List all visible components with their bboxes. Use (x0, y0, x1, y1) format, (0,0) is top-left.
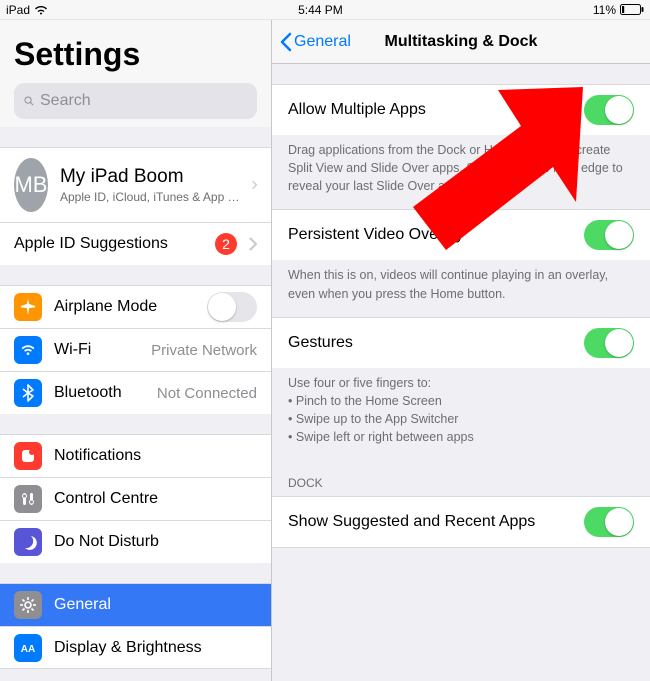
allow-multiple-apps-row[interactable]: Allow Multiple Apps (272, 84, 650, 135)
detail-navbar: General Multitasking & Dock (272, 20, 650, 64)
bluetooth-row[interactable]: Bluetooth Not Connected (0, 371, 271, 414)
persistent-video-toggle[interactable] (584, 220, 634, 250)
svg-text:AA: AA (21, 644, 35, 655)
airplane-icon (14, 293, 42, 321)
display-icon: AA (14, 634, 42, 662)
gear-icon (14, 591, 42, 619)
control-centre-row[interactable]: Control Centre (0, 477, 271, 520)
airplane-toggle[interactable] (207, 292, 257, 322)
row-label: Display & Brightness (54, 639, 257, 657)
row-label: Control Centre (54, 490, 257, 508)
search-input[interactable] (40, 92, 247, 110)
apple-id-row[interactable]: MB My iPad Boom Apple ID, iCloud, iTunes… (0, 147, 271, 222)
general-row[interactable]: General (0, 583, 271, 626)
airplane-mode-row[interactable]: Airplane Mode (0, 285, 271, 328)
bluetooth-icon (14, 379, 42, 407)
row-label: Bluetooth (54, 384, 145, 402)
row-label: Wi-Fi (54, 341, 139, 359)
apple-id-subtitle: Apple ID, iCloud, iTunes & App St... (60, 190, 240, 204)
bluetooth-value: Not Connected (157, 385, 257, 402)
gestures-toggle[interactable] (584, 328, 634, 358)
row-label: Do Not Disturb (54, 533, 257, 551)
clock: 5:44 PM (298, 3, 343, 17)
allow-multiple-apps-help: Drag applications from the Dock or Home … (272, 135, 650, 209)
row-label: Gestures (288, 334, 572, 352)
gestures-help-intro: Use four or five fingers to: (288, 374, 634, 392)
notifications-row[interactable]: Notifications (0, 434, 271, 477)
detail-title: Multitasking & Dock (385, 33, 538, 51)
status-bar: iPad 5:44 PM 11% (0, 0, 650, 20)
chevron-right-icon (249, 237, 257, 251)
wifi-value: Private Network (151, 342, 257, 359)
battery-percent: 11% (593, 3, 616, 17)
moon-icon (14, 528, 42, 556)
apple-id-suggestions-row[interactable]: Apple ID Suggestions 2 (0, 222, 271, 265)
row-label: General (54, 596, 257, 614)
suggestions-badge: 2 (215, 233, 237, 255)
do-not-disturb-row[interactable]: Do Not Disturb (0, 520, 271, 563)
chevron-left-icon (280, 32, 292, 52)
row-label: Show Suggested and Recent Apps (288, 513, 572, 531)
gestures-bullet: Swipe up to the App Switcher (288, 410, 634, 428)
gestures-bullet-list: Pinch to the Home Screen Swipe up to the… (288, 392, 634, 446)
wifi-icon (34, 5, 48, 15)
search-icon (24, 93, 34, 109)
control-centre-icon (14, 485, 42, 513)
detail-pane: General Multitasking & Dock Allow Multip… (272, 20, 650, 681)
persistent-video-row[interactable]: Persistent Video Overlay (272, 209, 650, 260)
row-label: Airplane Mode (54, 298, 195, 316)
chevron-right-icon (252, 178, 257, 192)
wifi-row[interactable]: Wi-Fi Private Network (0, 328, 271, 371)
row-label: Notifications (54, 447, 257, 465)
settings-sidebar: Settings MB My iPad Boom Apple ID, iClou… (0, 20, 272, 681)
gestures-bullet: Swipe left or right between apps (288, 428, 634, 446)
gestures-help: Use four or five fingers to: Pinch to th… (272, 368, 650, 461)
back-label: General (294, 33, 351, 51)
row-label: Apple ID Suggestions (14, 235, 203, 253)
carrier-label: iPad (6, 3, 30, 17)
dock-section-header: Dock (272, 460, 650, 496)
search-field[interactable] (14, 83, 257, 119)
page-title: Settings (14, 36, 257, 73)
avatar: MB (14, 158, 48, 212)
show-recent-apps-toggle[interactable] (584, 507, 634, 537)
allow-multiple-apps-toggle[interactable] (584, 95, 634, 125)
display-brightness-row[interactable]: AA Display & Brightness (0, 626, 271, 669)
row-label: Allow Multiple Apps (288, 101, 572, 119)
show-recent-apps-row[interactable]: Show Suggested and Recent Apps (272, 496, 650, 548)
battery-icon (620, 4, 644, 15)
notifications-icon (14, 442, 42, 470)
wifi-settings-icon (14, 336, 42, 364)
row-label: Persistent Video Overlay (288, 226, 572, 244)
persistent-video-help: When this is on, videos will continue pl… (272, 260, 650, 316)
back-button[interactable]: General (280, 32, 351, 52)
gestures-bullet: Pinch to the Home Screen (288, 392, 634, 410)
gestures-row[interactable]: Gestures (272, 317, 650, 368)
apple-id-name: My iPad Boom (60, 166, 240, 188)
